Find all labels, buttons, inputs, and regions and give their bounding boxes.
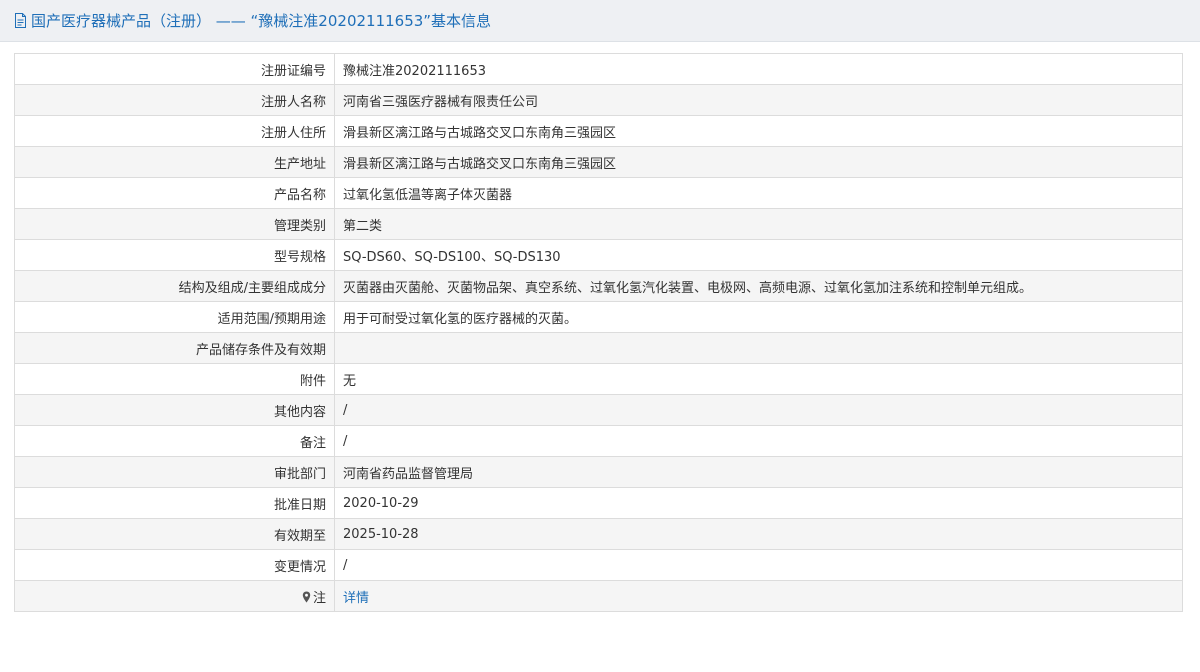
row-label: 附件 (14, 363, 335, 395)
table-row: 其他内容 / (14, 394, 1183, 426)
table-row: 变更情况 / (14, 549, 1183, 581)
row-value: 用于可耐受过氧化氢的医疗器械的灭菌。 (334, 301, 1183, 333)
row-label: 型号规格 (14, 239, 335, 271)
row-value: 河南省三强医疗器械有限责任公司 (334, 84, 1183, 116)
table-row: 注册人住所 滑县新区漓江路与古城路交叉口东南角三强园区 (14, 115, 1183, 147)
row-value: / (334, 549, 1183, 581)
table-row: 型号规格 SQ-DS60、SQ-DS100、SQ-DS130 (14, 239, 1183, 271)
info-table: 注册证编号 豫械注准20202111653 注册人名称 河南省三强医疗器械有限责… (14, 53, 1183, 612)
table-row: 生产地址 滑县新区漓江路与古城路交叉口东南角三强园区 (14, 146, 1183, 178)
row-label: 注册人住所 (14, 115, 335, 147)
row-value: 2025-10-28 (334, 518, 1183, 550)
row-label: 管理类别 (14, 208, 335, 240)
row-value: / (334, 425, 1183, 457)
table-row: 有效期至 2025-10-28 (14, 518, 1183, 550)
row-value: 无 (334, 363, 1183, 395)
note-label: 注 (312, 590, 326, 606)
row-value: SQ-DS60、SQ-DS100、SQ-DS130 (334, 239, 1183, 271)
row-label: 其他内容 (14, 394, 335, 426)
row-label: 备注 (14, 425, 335, 457)
row-value: 2020-10-29 (334, 487, 1183, 519)
row-label: 有效期至 (14, 518, 335, 550)
row-value: 灭菌器由灭菌舱、灭菌物品架、真空系统、过氧化氢汽化装置、电极网、高频电源、过氧化… (334, 270, 1183, 302)
row-value: 过氧化氢低温等离子体灭菌器 (334, 177, 1183, 209)
row-label: 适用范围/预期用途 (14, 301, 335, 333)
document-icon (15, 13, 26, 28)
row-label: 结构及组成/主要组成成分 (14, 270, 335, 302)
details-link[interactable]: 详情 (343, 591, 369, 606)
info-table-body: 注册证编号 豫械注准20202111653 注册人名称 河南省三强医疗器械有限责… (14, 53, 1183, 612)
row-label: 批准日期 (14, 487, 335, 519)
note-label-cell: 注 (14, 580, 335, 612)
row-value: 滑县新区漓江路与古城路交叉口东南角三强园区 (334, 115, 1183, 147)
table-row: 产品储存条件及有效期 (14, 332, 1183, 364)
table-row: 附件 无 (14, 363, 1183, 395)
table-row: 注册证编号 豫械注准20202111653 (14, 53, 1183, 85)
table-row: 批准日期 2020-10-29 (14, 487, 1183, 519)
row-label: 注册证编号 (14, 53, 335, 85)
row-label: 变更情况 (14, 549, 335, 581)
table-row: 注册人名称 河南省三强医疗器械有限责任公司 (14, 84, 1183, 116)
row-label: 审批部门 (14, 456, 335, 488)
info-table-container: 注册证编号 豫械注准20202111653 注册人名称 河南省三强医疗器械有限责… (14, 53, 1183, 612)
table-row: 结构及组成/主要组成成分 灭菌器由灭菌舱、灭菌物品架、真空系统、过氧化氢汽化装置… (14, 270, 1183, 302)
map-pin-icon (302, 591, 311, 602)
page-title: 国产医疗器械产品（注册） —— “豫械注准20202111653”基本信息 (31, 12, 492, 30)
table-row: 备注 / (14, 425, 1183, 457)
row-value: 滑县新区漓江路与古城路交叉口东南角三强园区 (334, 146, 1183, 178)
table-row: 产品名称 过氧化氢低温等离子体灭菌器 (14, 177, 1183, 209)
row-label: 生产地址 (14, 146, 335, 178)
row-label: 产品储存条件及有效期 (14, 332, 335, 364)
row-label: 注册人名称 (14, 84, 335, 116)
note-row: 注 详情 (14, 580, 1183, 612)
page-header: 国产医疗器械产品（注册） —— “豫械注准20202111653”基本信息 (0, 0, 1200, 42)
row-value: / (334, 394, 1183, 426)
row-value: 第二类 (334, 208, 1183, 240)
note-value-cell: 详情 (334, 580, 1183, 612)
table-row: 审批部门 河南省药品监督管理局 (14, 456, 1183, 488)
row-value: 河南省药品监督管理局 (334, 456, 1183, 488)
table-row: 管理类别 第二类 (14, 208, 1183, 240)
row-value (334, 332, 1183, 364)
row-value: 豫械注准20202111653 (334, 53, 1183, 85)
table-row: 适用范围/预期用途 用于可耐受过氧化氢的医疗器械的灭菌。 (14, 301, 1183, 333)
row-label: 产品名称 (14, 177, 335, 209)
